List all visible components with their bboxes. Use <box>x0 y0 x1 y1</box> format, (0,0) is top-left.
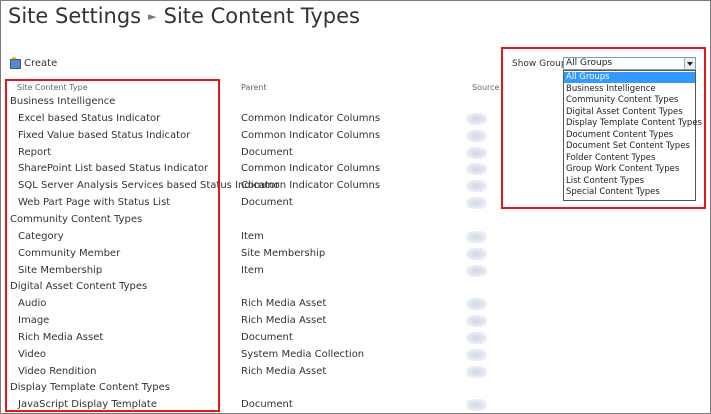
column-header-parent: Parent <box>241 83 267 92</box>
page-title: Site Settings ► Site Content Types <box>8 4 360 28</box>
source-blurred <box>466 146 487 159</box>
source-blurred <box>466 298 487 311</box>
parent-link[interactable]: Common Indicator Columns <box>241 163 380 174</box>
source-blurred <box>466 197 487 210</box>
new-item-icon <box>10 56 21 69</box>
source-blurred <box>466 264 487 277</box>
breadcrumb-current: Site Content Types <box>163 4 360 28</box>
dropdown-option[interactable]: List Content Types <box>564 176 695 187</box>
show-group-label: Show Group: <box>512 59 570 69</box>
chevron-down-icon[interactable] <box>684 58 695 69</box>
dropdown-option-label: Community Content Types <box>566 95 679 105</box>
parent-link[interactable]: Document <box>241 147 293 158</box>
dropdown-option-label: Document Content Types <box>566 129 674 140</box>
dropdown-option-label: Display Template Content Types <box>566 118 702 128</box>
dropdown-option[interactable]: All Groups <box>564 72 695 83</box>
parent-link[interactable]: Item <box>241 265 264 276</box>
dropdown-option[interactable]: Document Set Content Types <box>564 141 695 152</box>
dropdown-option[interactable]: Group Work Content Types <box>564 164 695 175</box>
show-group-select[interactable]: All Groups <box>563 57 696 70</box>
dropdown-option[interactable]: Display Template Content Types <box>564 118 702 129</box>
source-blurred <box>466 348 487 361</box>
dropdown-option-label: Business Intelligence <box>566 83 656 94</box>
dropdown-option[interactable]: Digital Asset Content Types <box>564 107 695 118</box>
source-blurred <box>466 112 487 125</box>
source-blurred <box>466 365 487 378</box>
parent-link[interactable]: Document <box>241 399 293 410</box>
dropdown-option-label: Document Set Content Types <box>566 141 690 151</box>
breadcrumb-site-settings[interactable]: Site Settings <box>8 4 141 28</box>
source-blurred <box>466 180 487 193</box>
dropdown-option-label: Folder Content Types <box>566 152 656 163</box>
source-blurred <box>466 230 487 243</box>
dropdown-option-label: Digital Asset Content Types <box>566 106 683 117</box>
column-header-source: Source <box>472 83 500 92</box>
dropdown-option-label: List Content Types <box>566 175 645 186</box>
dropdown-option[interactable]: Community Content Types <box>564 95 695 106</box>
dropdown-option-label: Group Work Content Types <box>566 164 680 174</box>
dropdown-option-label: All Groups <box>566 72 610 82</box>
source-blurred <box>466 129 487 142</box>
parent-link[interactable]: Common Indicator Columns <box>241 180 380 191</box>
dropdown-option[interactable]: Document Content Types <box>564 130 695 141</box>
parent-link[interactable]: Rich Media Asset <box>241 315 326 326</box>
parent-link[interactable]: Site Membership <box>241 248 325 259</box>
dropdown-option-label: Special Content Types <box>566 187 660 197</box>
highlight-box-list <box>5 79 220 412</box>
show-group-value: All Groups <box>566 58 613 68</box>
source-blurred <box>466 163 487 176</box>
breadcrumb-separator-icon: ► <box>148 10 157 23</box>
show-group-dropdown: All Groups Business Intelligence Community… <box>563 70 702 201</box>
parent-link[interactable]: Item <box>241 231 264 242</box>
source-blurred <box>466 247 487 260</box>
parent-link[interactable]: Document <box>241 332 293 343</box>
dropdown-option[interactable]: Special Content Types <box>564 187 695 198</box>
create-button[interactable]: Create <box>10 56 58 69</box>
source-blurred <box>466 331 487 344</box>
source-blurred <box>466 399 487 412</box>
parent-link[interactable]: Document <box>241 197 293 208</box>
parent-link[interactable]: System Media Collection <box>241 349 364 360</box>
parent-link[interactable]: Rich Media Asset <box>241 298 326 309</box>
parent-link[interactable]: Common Indicator Columns <box>241 113 380 124</box>
parent-link[interactable]: Rich Media Asset <box>241 366 326 377</box>
source-blurred <box>466 315 487 328</box>
parent-link[interactable]: Common Indicator Columns <box>241 130 380 141</box>
dropdown-option[interactable]: Folder Content Types <box>564 153 695 164</box>
create-label: Create <box>24 58 58 69</box>
dropdown-option[interactable]: Business Intelligence <box>564 84 695 95</box>
